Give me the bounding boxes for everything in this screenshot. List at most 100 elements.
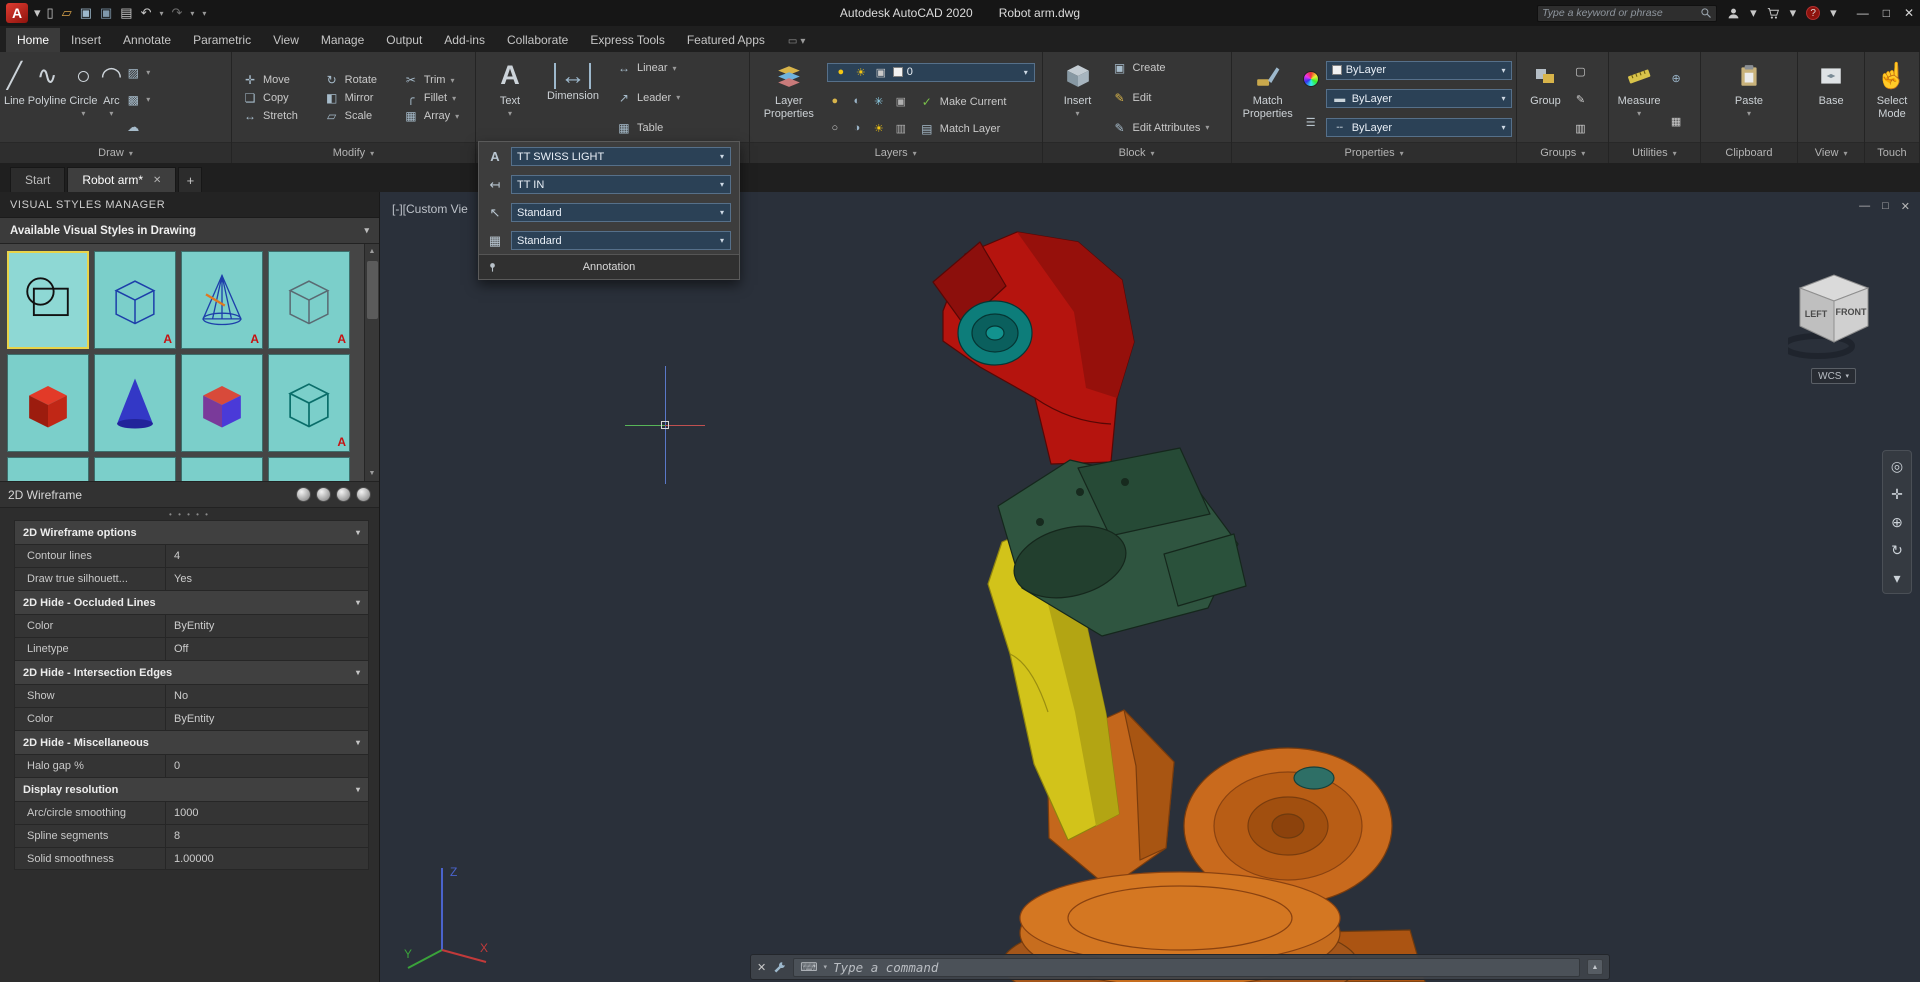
fillet-button[interactable]: ╭ Fillet ▾: [403, 91, 471, 105]
layer-on-icon[interactable]: ○: [827, 122, 843, 135]
viewcube[interactable]: LEFT FRONT: [1781, 264, 1884, 360]
pin-flyout-icon[interactable]: [487, 261, 498, 274]
panel-label-properties[interactable]: Properties ▾: [1231, 142, 1517, 163]
tab-add-ins[interactable]: Add-ins: [433, 28, 496, 52]
panel-label-utilities[interactable]: Utilities ▾: [1609, 142, 1700, 163]
help-caret-icon[interactable]: ▾: [1830, 5, 1837, 21]
drawing-minimize-button[interactable]: —: [1859, 200, 1870, 213]
file-tab-start[interactable]: Start: [10, 167, 66, 192]
property-value[interactable]: 8: [165, 825, 368, 847]
property-value[interactable]: Off: [165, 638, 368, 660]
section-header-intersection-edges[interactable]: 2D Hide - Intersection Edges ▾: [14, 660, 369, 684]
edit-block-button[interactable]: ✎ Edit: [1112, 91, 1210, 105]
quick-calculator-icon[interactable]: ▦: [1668, 115, 1684, 128]
properties-list-icon[interactable]: ☰: [1303, 116, 1319, 129]
ribbon-minimize-toggle[interactable]: ▭ ▾: [782, 31, 811, 52]
robot-arm-model[interactable]: [380, 192, 1920, 982]
panel-label-block[interactable]: Block ▾: [1042, 142, 1231, 163]
property-value[interactable]: 0: [165, 755, 368, 777]
trim-button[interactable]: ✂ Trim ▾: [403, 73, 471, 87]
paste-button[interactable]: Paste ▾: [1722, 55, 1776, 141]
text-button[interactable]: A Text ▾: [484, 55, 536, 141]
zoom-icon[interactable]: ⊕: [1891, 515, 1903, 529]
layer-unisolate-icon[interactable]: ◑: [849, 122, 865, 135]
drawing-close-button[interactable]: ✕: [1901, 200, 1910, 213]
close-command-line-icon[interactable]: ✕: [757, 961, 766, 974]
stretch-button[interactable]: ↔ Stretch: [242, 109, 310, 123]
available-styles-header[interactable]: Available Visual Styles in Drawing ▾: [0, 218, 379, 244]
polyline-button[interactable]: ∿ Polyline: [28, 55, 67, 141]
match-layer-button[interactable]: ▤ Match Layer: [919, 122, 1000, 136]
linetype-dropdown[interactable]: ╌ ByLayer ▾: [1325, 118, 1513, 138]
layer-lock-icon[interactable]: ▣: [893, 95, 909, 108]
panel-label-view[interactable]: View ▾: [1798, 142, 1864, 163]
open-drawing-button[interactable]: ▱: [62, 5, 72, 21]
app-store-cart-icon[interactable]: [1767, 7, 1780, 20]
color-wheel-icon[interactable]: [1302, 70, 1319, 87]
customize-command-line-icon[interactable]: [773, 961, 786, 974]
panel-label-clipboard[interactable]: Clipboard: [1700, 142, 1798, 163]
visual-style-thumbnail-9[interactable]: [7, 457, 89, 481]
visual-style-thumbnail-2d-wireframe[interactable]: [7, 251, 89, 349]
make-current-button[interactable]: ✓ Make Current: [919, 95, 1007, 109]
layer-freeze-icon[interactable]: ✳: [871, 95, 887, 108]
tab-home[interactable]: Home: [6, 28, 61, 52]
property-value[interactable]: 1.00000: [165, 848, 368, 869]
export-visual-style-button[interactable]: [336, 487, 351, 502]
drawing-viewport[interactable]: [-][Custom Vie — □ ✕ LEFT FRONT WCS ▾ ◎ …: [380, 192, 1920, 982]
visual-style-thumbnail-wireframe[interactable]: A: [94, 251, 176, 349]
match-properties-button[interactable]: Match Properties: [1236, 55, 1300, 141]
search-icon[interactable]: [1700, 7, 1712, 19]
ungroup-icon[interactable]: ▢: [1572, 65, 1588, 78]
close-window-button[interactable]: ✕: [1904, 6, 1914, 20]
visual-style-thumbnail-shades-of-gray[interactable]: A: [268, 354, 350, 452]
object-color-dropdown[interactable]: ByLayer ▾: [1325, 60, 1513, 80]
viewcube-front-face[interactable]: FRONT: [1836, 307, 1867, 317]
new-drawing-tab-button[interactable]: +: [178, 167, 203, 192]
table-style-dropdown[interactable]: Standard ▾: [511, 231, 731, 250]
property-value[interactable]: ByEntity: [165, 615, 368, 637]
gradient-button[interactable]: ▩ ▾: [125, 93, 151, 107]
redo-button[interactable]: ↷: [172, 5, 183, 21]
panel-label-layers[interactable]: Layers ▾: [749, 142, 1042, 163]
sign-in-icon[interactable]: [1727, 7, 1740, 20]
orbit-icon[interactable]: ↻: [1891, 543, 1903, 557]
plot-button[interactable]: ▤: [120, 5, 132, 21]
create-block-button[interactable]: ▣ Create: [1112, 61, 1210, 75]
table-button[interactable]: ▦ Table: [616, 121, 680, 135]
viewport-controls-label[interactable]: [-][Custom Vie: [392, 202, 468, 216]
wcs-selector[interactable]: WCS ▾: [1811, 368, 1856, 384]
palette-splitter-handle[interactable]: • • • • •: [0, 508, 379, 520]
styles-scrollbar[interactable]: ▲ ▼: [364, 244, 379, 481]
revision-cloud-button[interactable]: ☁: [125, 120, 150, 134]
redo-caret-icon[interactable]: ▾: [190, 9, 194, 18]
tab-view[interactable]: View: [262, 28, 310, 52]
dimension-style-dropdown[interactable]: TT IN ▾: [511, 175, 731, 194]
section-header-miscellaneous[interactable]: 2D Hide - Miscellaneous ▾: [14, 730, 369, 754]
select-mode-button[interactable]: ☝ Select Mode: [1869, 55, 1915, 141]
leader-button[interactable]: ↗ Leader ▾: [616, 91, 680, 105]
section-header-display-resolution[interactable]: Display resolution ▾: [14, 777, 369, 801]
tab-featured-apps[interactable]: Featured Apps: [676, 28, 776, 52]
save-button[interactable]: ▣: [80, 5, 92, 21]
visual-style-thumbnail-11[interactable]: [181, 457, 263, 481]
panel-label-groups[interactable]: Groups ▾: [1517, 142, 1609, 163]
property-value[interactable]: ByEntity: [165, 708, 368, 730]
move-button[interactable]: ✛ Move: [242, 73, 310, 87]
group-edit-icon[interactable]: ✎: [1572, 93, 1588, 106]
tab-output[interactable]: Output: [375, 28, 433, 52]
base-view-button[interactable]: Base: [1807, 55, 1855, 141]
layer-walk-icon[interactable]: ▥: [893, 122, 909, 135]
tab-parametric[interactable]: Parametric: [182, 28, 262, 52]
command-input[interactable]: ⌨ ▾: [793, 957, 1580, 977]
property-value[interactable]: 1000: [165, 802, 368, 824]
panel-label-draw[interactable]: Draw ▾: [0, 142, 231, 163]
pan-icon[interactable]: ✛: [1891, 487, 1903, 501]
recent-commands-caret-icon[interactable]: ▾: [824, 963, 828, 971]
layer-isolate-icon[interactable]: ◐: [849, 95, 865, 108]
navbar-more-icon[interactable]: ▾: [1893, 571, 1900, 585]
drawing-restore-button[interactable]: □: [1882, 200, 1889, 213]
insert-block-button[interactable]: Insert ▾: [1051, 55, 1105, 141]
edit-attributes-button[interactable]: ✎ Edit Attributes ▾: [1112, 121, 1209, 135]
save-as-button[interactable]: ▣: [100, 5, 112, 21]
